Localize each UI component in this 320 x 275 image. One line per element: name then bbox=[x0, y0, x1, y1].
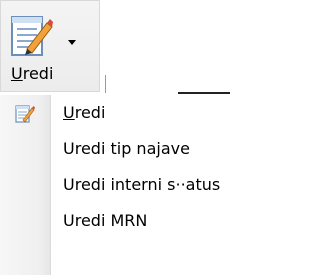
menu-item-label: Uredi bbox=[63, 103, 106, 122]
menu-item-label: Uredi tip najave bbox=[63, 139, 190, 158]
uredi-split-button[interactable]: Uredi bbox=[0, 0, 100, 92]
menu-item-label: Uredi MRN bbox=[63, 211, 148, 230]
edit-document-icon bbox=[15, 105, 35, 123]
uredi-button-label: Uredi bbox=[11, 64, 54, 83]
menu-item-label: Uredi interni s··atus bbox=[63, 175, 221, 194]
menu-item-uredi-interni-status[interactable]: Uredi interni s··atus bbox=[0, 167, 298, 203]
menu-item-uredi-tip-najave[interactable]: Uredi tip najave bbox=[0, 131, 298, 167]
menu-item-uredi-mrn[interactable]: Uredi MRN bbox=[0, 203, 298, 239]
divider bbox=[178, 92, 230, 94]
menu-item-uredi[interactable]: Uredi bbox=[0, 95, 298, 131]
uredi-dropdown-menu: Uredi Uredi tip najave Uredi interni s··… bbox=[0, 95, 298, 275]
edit-document-icon bbox=[11, 16, 53, 56]
chevron-down-icon[interactable] bbox=[68, 40, 76, 45]
divider bbox=[105, 75, 106, 93]
